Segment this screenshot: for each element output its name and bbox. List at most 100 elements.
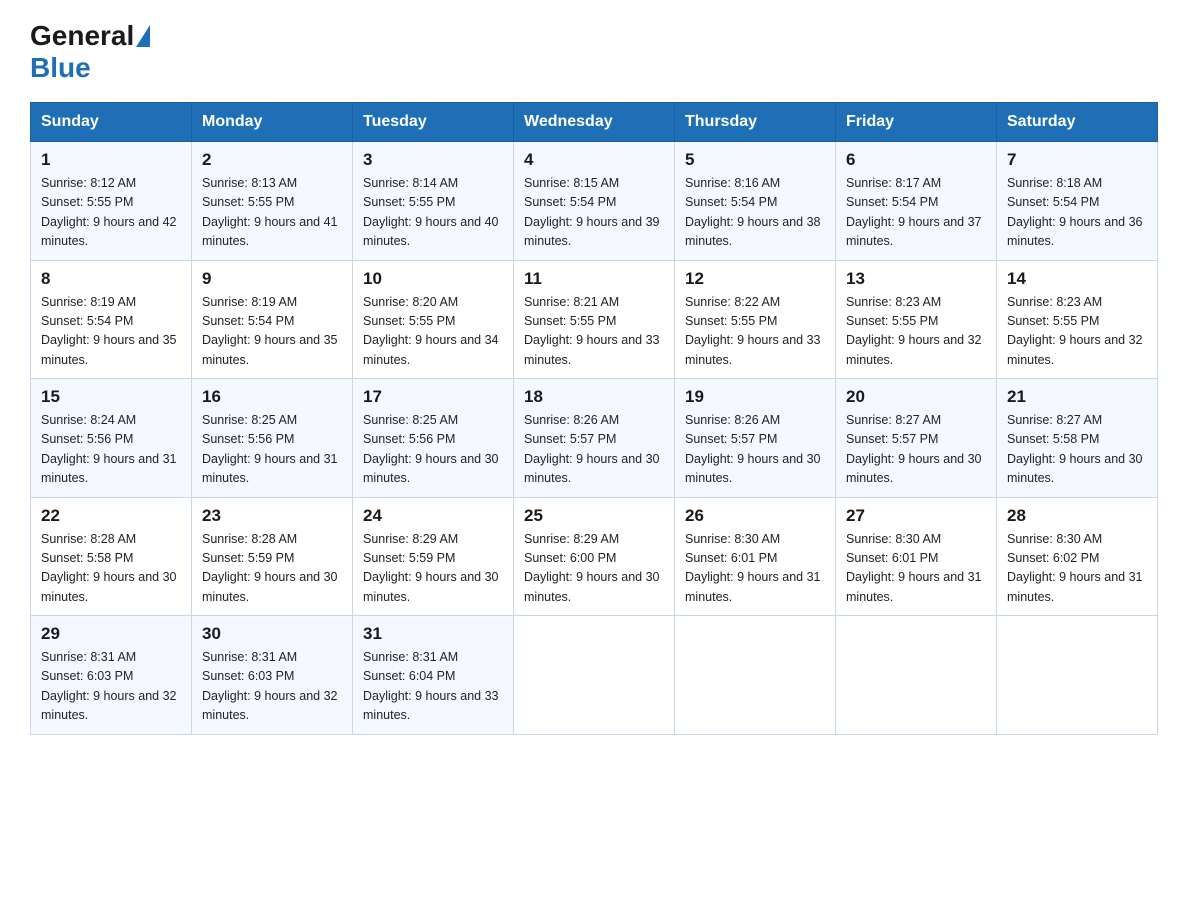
day-number: 10 <box>363 269 503 289</box>
calendar-cell: 15 Sunrise: 8:24 AMSunset: 5:56 PMDaylig… <box>31 379 192 498</box>
day-info: Sunrise: 8:15 AMSunset: 5:54 PMDaylight:… <box>524 176 660 248</box>
calendar-cell: 5 Sunrise: 8:16 AMSunset: 5:54 PMDayligh… <box>675 142 836 261</box>
day-number: 9 <box>202 269 342 289</box>
calendar-cell: 26 Sunrise: 8:30 AMSunset: 6:01 PMDaylig… <box>675 497 836 616</box>
weekday-header-monday: Monday <box>192 103 353 142</box>
day-info: Sunrise: 8:29 AMSunset: 5:59 PMDaylight:… <box>363 532 499 604</box>
day-number: 27 <box>846 506 986 526</box>
day-info: Sunrise: 8:31 AMSunset: 6:04 PMDaylight:… <box>363 650 499 722</box>
day-number: 24 <box>363 506 503 526</box>
day-number: 1 <box>41 150 181 170</box>
day-info: Sunrise: 8:18 AMSunset: 5:54 PMDaylight:… <box>1007 176 1143 248</box>
calendar-cell: 27 Sunrise: 8:30 AMSunset: 6:01 PMDaylig… <box>836 497 997 616</box>
day-info: Sunrise: 8:27 AMSunset: 5:58 PMDaylight:… <box>1007 413 1143 485</box>
calendar-cell: 24 Sunrise: 8:29 AMSunset: 5:59 PMDaylig… <box>353 497 514 616</box>
day-number: 12 <box>685 269 825 289</box>
day-number: 28 <box>1007 506 1147 526</box>
calendar-cell: 10 Sunrise: 8:20 AMSunset: 5:55 PMDaylig… <box>353 260 514 379</box>
day-info: Sunrise: 8:29 AMSunset: 6:00 PMDaylight:… <box>524 532 660 604</box>
day-info: Sunrise: 8:17 AMSunset: 5:54 PMDaylight:… <box>846 176 982 248</box>
day-number: 20 <box>846 387 986 407</box>
calendar-cell: 9 Sunrise: 8:19 AMSunset: 5:54 PMDayligh… <box>192 260 353 379</box>
day-number: 29 <box>41 624 181 644</box>
day-info: Sunrise: 8:26 AMSunset: 5:57 PMDaylight:… <box>685 413 821 485</box>
calendar-cell: 12 Sunrise: 8:22 AMSunset: 5:55 PMDaylig… <box>675 260 836 379</box>
calendar-cell: 17 Sunrise: 8:25 AMSunset: 5:56 PMDaylig… <box>353 379 514 498</box>
weekday-header-thursday: Thursday <box>675 103 836 142</box>
logo-triangle-icon <box>136 25 150 47</box>
day-number: 15 <box>41 387 181 407</box>
calendar-cell: 21 Sunrise: 8:27 AMSunset: 5:58 PMDaylig… <box>997 379 1158 498</box>
calendar-cell: 8 Sunrise: 8:19 AMSunset: 5:54 PMDayligh… <box>31 260 192 379</box>
logo-blue-text: Blue <box>30 52 91 83</box>
weekday-header-wednesday: Wednesday <box>514 103 675 142</box>
calendar-cell <box>836 616 997 735</box>
calendar-cell: 1 Sunrise: 8:12 AMSunset: 5:55 PMDayligh… <box>31 142 192 261</box>
day-info: Sunrise: 8:25 AMSunset: 5:56 PMDaylight:… <box>202 413 338 485</box>
day-number: 30 <box>202 624 342 644</box>
day-info: Sunrise: 8:14 AMSunset: 5:55 PMDaylight:… <box>363 176 499 248</box>
day-number: 13 <box>846 269 986 289</box>
day-info: Sunrise: 8:31 AMSunset: 6:03 PMDaylight:… <box>202 650 338 722</box>
day-info: Sunrise: 8:23 AMSunset: 5:55 PMDaylight:… <box>846 295 982 367</box>
day-info: Sunrise: 8:30 AMSunset: 6:01 PMDaylight:… <box>685 532 821 604</box>
day-number: 17 <box>363 387 503 407</box>
calendar-cell: 14 Sunrise: 8:23 AMSunset: 5:55 PMDaylig… <box>997 260 1158 379</box>
day-info: Sunrise: 8:23 AMSunset: 5:55 PMDaylight:… <box>1007 295 1143 367</box>
day-info: Sunrise: 8:24 AMSunset: 5:56 PMDaylight:… <box>41 413 177 485</box>
weekday-header-saturday: Saturday <box>997 103 1158 142</box>
weekday-header-sunday: Sunday <box>31 103 192 142</box>
day-number: 23 <box>202 506 342 526</box>
calendar-week-row: 15 Sunrise: 8:24 AMSunset: 5:56 PMDaylig… <box>31 379 1158 498</box>
day-number: 5 <box>685 150 825 170</box>
day-info: Sunrise: 8:19 AMSunset: 5:54 PMDaylight:… <box>41 295 177 367</box>
day-info: Sunrise: 8:19 AMSunset: 5:54 PMDaylight:… <box>202 295 338 367</box>
day-number: 21 <box>1007 387 1147 407</box>
logo: General Blue <box>30 20 152 84</box>
calendar-cell: 13 Sunrise: 8:23 AMSunset: 5:55 PMDaylig… <box>836 260 997 379</box>
day-number: 26 <box>685 506 825 526</box>
day-number: 14 <box>1007 269 1147 289</box>
calendar-cell: 29 Sunrise: 8:31 AMSunset: 6:03 PMDaylig… <box>31 616 192 735</box>
day-number: 7 <box>1007 150 1147 170</box>
calendar-week-row: 29 Sunrise: 8:31 AMSunset: 6:03 PMDaylig… <box>31 616 1158 735</box>
day-info: Sunrise: 8:12 AMSunset: 5:55 PMDaylight:… <box>41 176 177 248</box>
day-info: Sunrise: 8:28 AMSunset: 5:58 PMDaylight:… <box>41 532 177 604</box>
day-number: 4 <box>524 150 664 170</box>
day-number: 25 <box>524 506 664 526</box>
calendar-week-row: 8 Sunrise: 8:19 AMSunset: 5:54 PMDayligh… <box>31 260 1158 379</box>
day-info: Sunrise: 8:22 AMSunset: 5:55 PMDaylight:… <box>685 295 821 367</box>
weekday-header-tuesday: Tuesday <box>353 103 514 142</box>
calendar-cell: 28 Sunrise: 8:30 AMSunset: 6:02 PMDaylig… <box>997 497 1158 616</box>
calendar-cell: 7 Sunrise: 8:18 AMSunset: 5:54 PMDayligh… <box>997 142 1158 261</box>
logo-general-text: General <box>30 20 134 52</box>
day-number: 16 <box>202 387 342 407</box>
calendar-cell: 16 Sunrise: 8:25 AMSunset: 5:56 PMDaylig… <box>192 379 353 498</box>
day-number: 22 <box>41 506 181 526</box>
calendar-cell: 25 Sunrise: 8:29 AMSunset: 6:00 PMDaylig… <box>514 497 675 616</box>
day-info: Sunrise: 8:26 AMSunset: 5:57 PMDaylight:… <box>524 413 660 485</box>
calendar-cell: 3 Sunrise: 8:14 AMSunset: 5:55 PMDayligh… <box>353 142 514 261</box>
calendar-cell <box>514 616 675 735</box>
day-info: Sunrise: 8:28 AMSunset: 5:59 PMDaylight:… <box>202 532 338 604</box>
day-info: Sunrise: 8:27 AMSunset: 5:57 PMDaylight:… <box>846 413 982 485</box>
weekday-header-friday: Friday <box>836 103 997 142</box>
calendar-table: SundayMondayTuesdayWednesdayThursdayFrid… <box>30 102 1158 735</box>
day-number: 11 <box>524 269 664 289</box>
calendar-cell <box>997 616 1158 735</box>
day-number: 31 <box>363 624 503 644</box>
day-number: 3 <box>363 150 503 170</box>
day-info: Sunrise: 8:31 AMSunset: 6:03 PMDaylight:… <box>41 650 177 722</box>
calendar-cell: 6 Sunrise: 8:17 AMSunset: 5:54 PMDayligh… <box>836 142 997 261</box>
calendar-cell: 20 Sunrise: 8:27 AMSunset: 5:57 PMDaylig… <box>836 379 997 498</box>
calendar-cell: 30 Sunrise: 8:31 AMSunset: 6:03 PMDaylig… <box>192 616 353 735</box>
day-info: Sunrise: 8:13 AMSunset: 5:55 PMDaylight:… <box>202 176 338 248</box>
calendar-week-row: 1 Sunrise: 8:12 AMSunset: 5:55 PMDayligh… <box>31 142 1158 261</box>
day-number: 6 <box>846 150 986 170</box>
day-info: Sunrise: 8:30 AMSunset: 6:01 PMDaylight:… <box>846 532 982 604</box>
day-info: Sunrise: 8:25 AMSunset: 5:56 PMDaylight:… <box>363 413 499 485</box>
day-number: 18 <box>524 387 664 407</box>
calendar-cell: 18 Sunrise: 8:26 AMSunset: 5:57 PMDaylig… <box>514 379 675 498</box>
calendar-cell: 2 Sunrise: 8:13 AMSunset: 5:55 PMDayligh… <box>192 142 353 261</box>
weekday-header-row: SundayMondayTuesdayWednesdayThursdayFrid… <box>31 103 1158 142</box>
